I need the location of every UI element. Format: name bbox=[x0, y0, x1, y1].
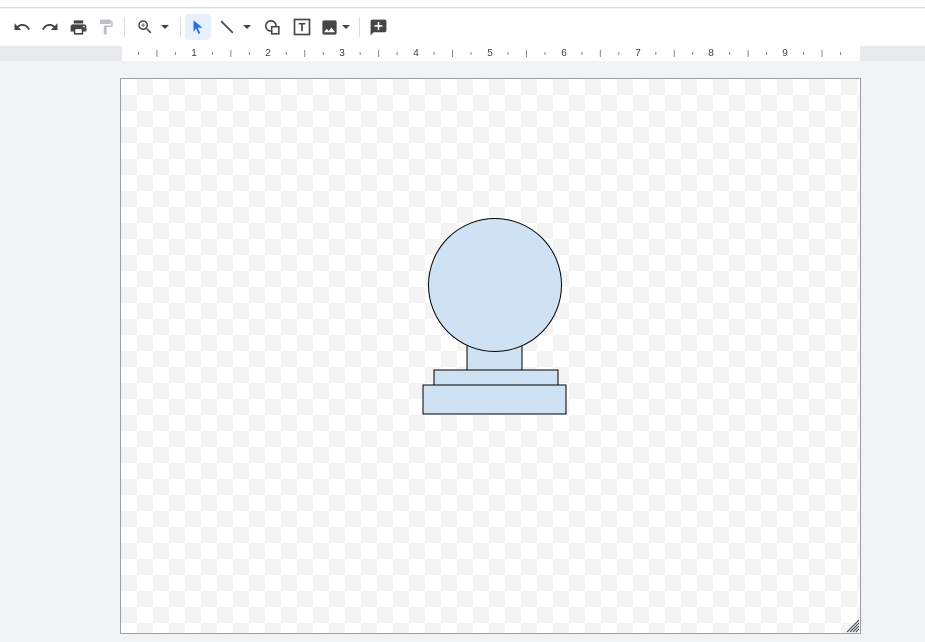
ruler-label: 3 bbox=[338, 46, 346, 61]
select-tool-button[interactable] bbox=[185, 14, 211, 40]
drawing-canvas[interactable] bbox=[120, 78, 861, 634]
ruler-label: 7 bbox=[634, 46, 642, 61]
add-comment-button[interactable] bbox=[365, 14, 391, 40]
ruler-label: 6 bbox=[560, 46, 568, 61]
undo-button[interactable] bbox=[9, 14, 35, 40]
shape-icon bbox=[264, 19, 280, 35]
chevron-down-icon bbox=[243, 25, 251, 29]
drawing-svg bbox=[422, 218, 567, 415]
circle-shape[interactable] bbox=[428, 218, 562, 352]
ruler-label: 1 bbox=[190, 46, 198, 61]
shape-tool-button[interactable] bbox=[259, 14, 285, 40]
top-strip bbox=[0, 0, 925, 8]
insert-image-button[interactable] bbox=[317, 14, 353, 40]
toolbar-separator bbox=[180, 17, 181, 37]
paint-format-button[interactable] bbox=[93, 14, 119, 40]
ruler-label: 4 bbox=[412, 46, 420, 61]
zoom-button[interactable] bbox=[132, 14, 174, 40]
redo-button[interactable] bbox=[37, 14, 63, 40]
resize-handle-icon[interactable] bbox=[846, 619, 860, 633]
line-tool-button[interactable] bbox=[214, 14, 256, 40]
line-icon bbox=[220, 20, 234, 34]
toolbar-separator bbox=[359, 17, 360, 37]
text-box-icon bbox=[293, 18, 311, 36]
chevron-down-icon bbox=[161, 25, 169, 29]
ruler-label: 2 bbox=[264, 46, 272, 61]
bottom-base-rectangle[interactable] bbox=[422, 384, 567, 415]
add-comment-icon bbox=[370, 19, 386, 35]
canvas-area bbox=[0, 61, 925, 642]
horizontal-ruler: 1 2 3 4 5 6 7 8 9 bbox=[0, 46, 925, 61]
print-button[interactable] bbox=[65, 14, 91, 40]
redo-icon bbox=[42, 23, 58, 30]
paint-format-icon bbox=[100, 19, 113, 35]
ruler-label: 5 bbox=[486, 46, 494, 61]
ruler-body: 1 2 3 4 5 6 7 8 9 bbox=[122, 46, 860, 61]
print-icon bbox=[70, 19, 86, 35]
ruler-label: 8 bbox=[707, 46, 715, 61]
drawing-toolbar bbox=[0, 9, 925, 46]
undo-icon bbox=[14, 23, 30, 30]
zoom-icon bbox=[138, 20, 152, 34]
toolbar-separator bbox=[124, 17, 125, 37]
top-base-rectangle[interactable] bbox=[433, 369, 559, 387]
select-icon bbox=[193, 20, 203, 34]
image-icon bbox=[321, 19, 337, 35]
chevron-down-icon bbox=[341, 25, 350, 29]
text-box-button[interactable] bbox=[289, 14, 315, 40]
ruler-label: 9 bbox=[781, 46, 789, 61]
